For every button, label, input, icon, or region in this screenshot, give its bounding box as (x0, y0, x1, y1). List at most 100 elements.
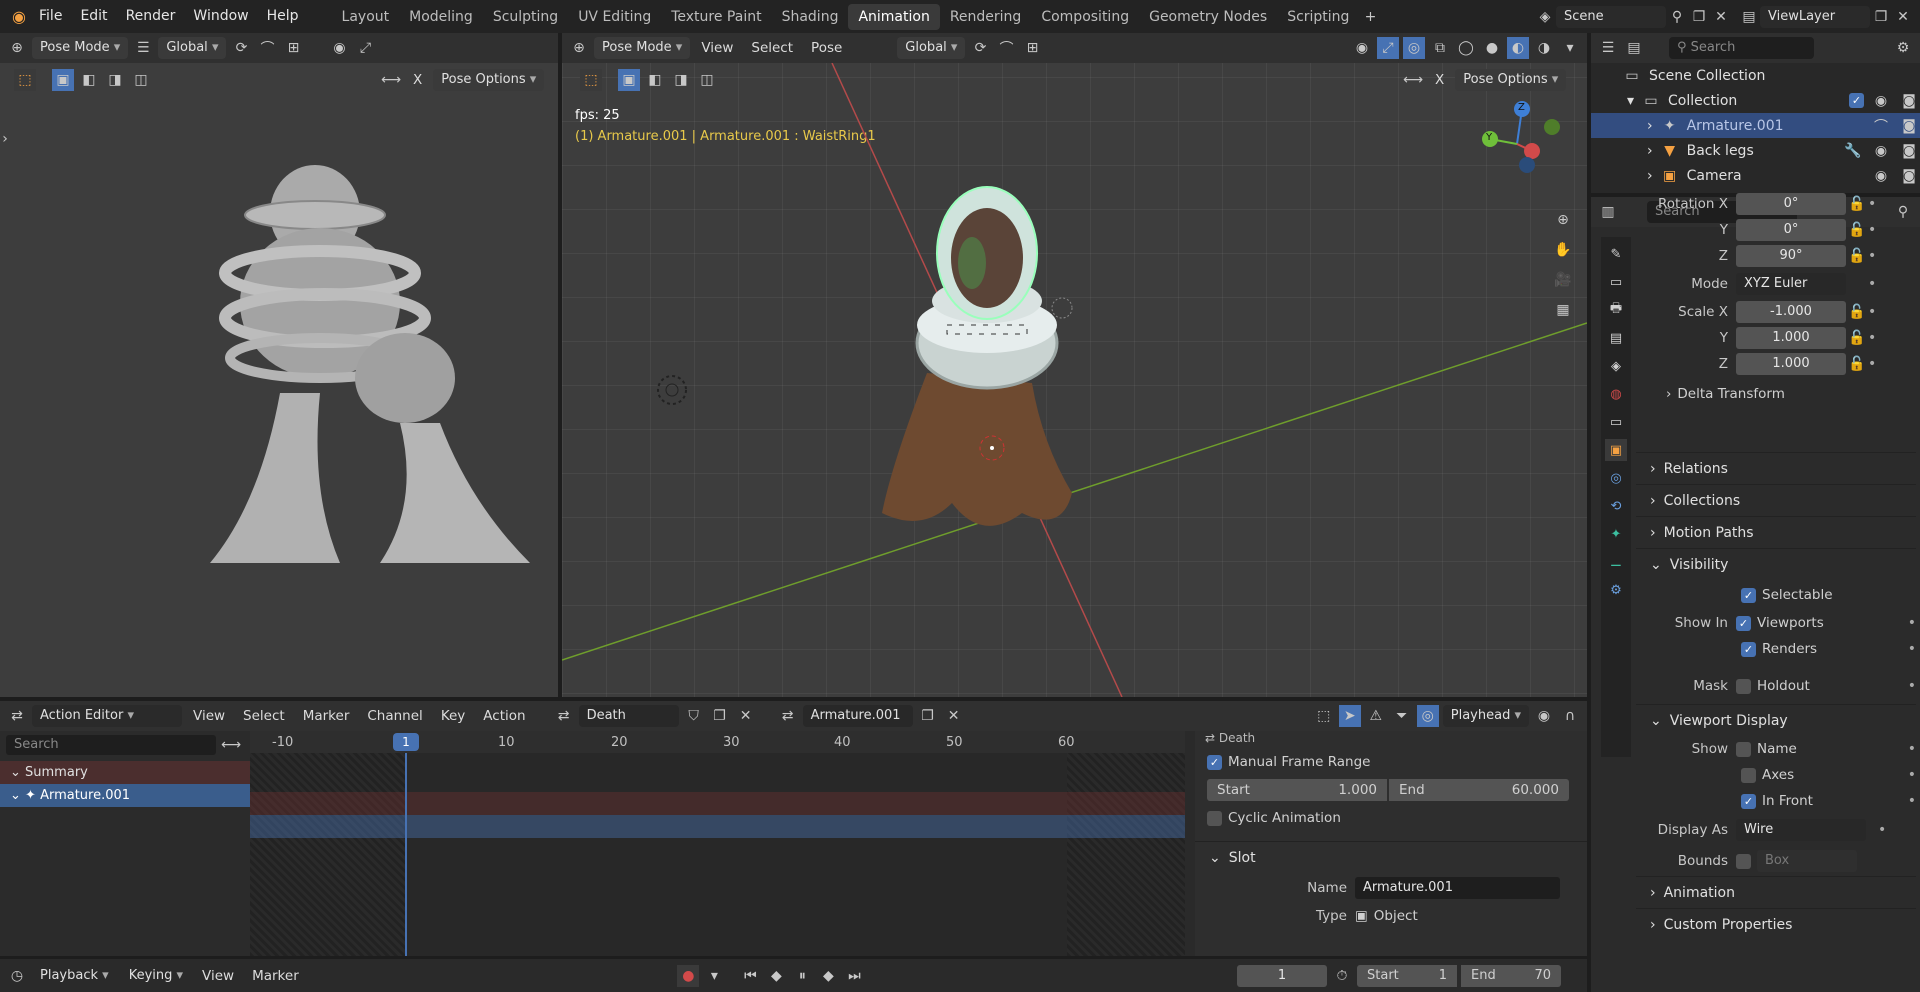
lock-icon[interactable]: 🔓 (1846, 245, 1868, 267)
prev-keyframe-icon[interactable]: ◆ (765, 965, 787, 987)
shading-wire-icon[interactable]: ◯ (1455, 37, 1477, 59)
scale-z-field[interactable]: 1.000 (1736, 353, 1846, 375)
navigation-gizmo[interactable]: Z Y (1472, 99, 1562, 189)
keyframe-dot-icon[interactable]: • (1908, 641, 1916, 657)
filter-icon[interactable]: ⏷ (1391, 705, 1413, 727)
show-name-checkbox[interactable] (1736, 741, 1751, 757)
tab-animation[interactable]: Animation (848, 3, 940, 30)
auto-key-options-icon[interactable]: ▾ (703, 965, 725, 987)
camera-view-icon[interactable]: 🎥 (1552, 269, 1574, 291)
bounds-checkbox[interactable] (1736, 853, 1751, 869)
keyframe-dot-icon[interactable]: • (1868, 356, 1876, 372)
editor-type-icon[interactable]: ⊕ (568, 37, 590, 59)
menu-file[interactable]: File (30, 0, 71, 33)
unlink-slot-icon[interactable]: ✕ (943, 705, 965, 727)
render-camera-icon[interactable]: ◙ (1898, 165, 1920, 187)
duplicate-slot-icon[interactable]: ❐ (917, 705, 939, 727)
menu-view[interactable]: View (186, 708, 232, 724)
stopwatch-icon[interactable]: ⏱ (1331, 965, 1353, 987)
end-field[interactable]: End 60.000 (1389, 779, 1569, 801)
custom-properties-panel[interactable]: › Custom Properties (1636, 908, 1916, 940)
keyframe-dot-icon[interactable]: • (1908, 793, 1916, 809)
left-viewport[interactable]: ⊕ Pose Mode ☰ Global ⟳ ⌒ ⊞ ◉ ⤢ ⬚ ▣ ◧ ◨ ◫… (0, 33, 558, 697)
channel-armature[interactable]: ⌄ ✦ Armature.001 (0, 784, 250, 807)
tab-compositing[interactable]: Compositing (1031, 4, 1139, 30)
in-front-checkbox[interactable]: ✓ (1741, 793, 1756, 809)
collection-checkbox[interactable]: ✓ (1849, 93, 1864, 108)
new-view-layer-icon[interactable]: ❐ (1870, 6, 1892, 28)
shading-solid-icon[interactable]: ● (1481, 37, 1503, 59)
main-orientation-dropdown[interactable]: Global (897, 37, 966, 59)
lock-icon[interactable]: 🔓 (1846, 301, 1868, 323)
cyclic-animation-checkbox[interactable] (1207, 810, 1222, 826)
rotation-y-field[interactable]: 0° (1736, 219, 1846, 241)
visibility-panel[interactable]: ⌄ Visibility (1636, 548, 1916, 580)
jump-start-icon[interactable]: ⏮ (739, 965, 761, 987)
bounds-dropdown[interactable]: Box (1757, 850, 1857, 872)
snap-icon[interactable]: ⌒ (995, 37, 1017, 59)
selectable-checkbox[interactable]: ✓ (1741, 587, 1756, 603)
tab-modeling[interactable]: Modeling (399, 4, 483, 30)
xray-icon[interactable]: ⧉ (1429, 37, 1451, 59)
shading-options-icon[interactable]: ▾ (1559, 37, 1581, 59)
menu-channel[interactable]: Channel (360, 708, 429, 724)
manual-frame-range-checkbox[interactable]: ✓ (1207, 754, 1222, 770)
playhead-line[interactable] (405, 753, 407, 956)
properties-editor-icon[interactable]: ▥ (1597, 201, 1619, 223)
keyframe-dot-icon[interactable]: • (1908, 741, 1916, 757)
object-tab-icon[interactable]: ▣ (1605, 439, 1627, 461)
gizmo-toggle-icon[interactable]: ⤢ (1377, 37, 1399, 59)
scene-field[interactable]: Scene (1556, 5, 1666, 28)
menu-view[interactable]: View (694, 40, 740, 56)
add-workspace-icon[interactable]: + (1359, 6, 1381, 28)
tab-sculpting[interactable]: Sculpting (483, 4, 568, 30)
menu-marker[interactable]: Marker (296, 708, 357, 724)
menu-help[interactable]: Help (258, 0, 308, 33)
outliner-search-input[interactable]: ⚲ Search (1669, 37, 1814, 59)
slot-name-input[interactable]: Armature.001 (1355, 877, 1560, 899)
show-hidden-icon[interactable]: ➤ (1338, 705, 1361, 727)
show-axes-checkbox[interactable] (1741, 767, 1756, 783)
menu-pose[interactable]: Pose (804, 40, 849, 56)
only-selected-icon[interactable]: ⬚ (1313, 705, 1335, 727)
keyframe-dot-icon[interactable]: • (1868, 276, 1876, 292)
select-box-icon[interactable]: ▣ (52, 69, 74, 91)
outliner-item-armature[interactable]: › ✦ Armature.001 ⌒ ◙ (1591, 113, 1920, 138)
relations-panel[interactable]: › Relations (1636, 452, 1916, 484)
shading-material-icon[interactable]: ◐ (1507, 37, 1529, 59)
main-mode-dropdown[interactable]: Pose Mode (594, 37, 691, 59)
pivot-icon[interactable]: ⟳ (230, 37, 252, 59)
visibility-icon[interactable]: ◉ (328, 37, 350, 59)
pause-icon[interactable]: ⏸ (791, 965, 813, 987)
menu-render[interactable]: Render (117, 0, 185, 33)
channel-search-input[interactable]: Search (6, 735, 216, 755)
eye-closed-icon[interactable]: ⌒ (1870, 115, 1892, 137)
visibility-icon[interactable]: ◉ (1351, 37, 1373, 59)
new-scene-icon[interactable]: ❐ (1688, 6, 1710, 28)
tab-shading[interactable]: Shading (772, 4, 849, 30)
keyframe-dot-icon[interactable]: • (1908, 615, 1916, 631)
swap-icon[interactable]: ⟷ (220, 734, 242, 756)
channel-summary[interactable]: ⌄ Summary (0, 761, 250, 784)
menu-playback[interactable]: Playback (32, 965, 117, 987)
keyframe-dot-icon[interactable]: • (1868, 222, 1876, 238)
collapse-toolbar-icon[interactable]: › (0, 128, 10, 150)
world-tab-icon[interactable]: ◍ (1605, 383, 1627, 405)
auto-snap-icon[interactable]: ◎ (1416, 705, 1439, 727)
rotation-mode-dropdown[interactable]: XYZ Euler (1736, 273, 1846, 295)
action-name-field[interactable]: Death (578, 705, 679, 727)
editor-type-icon[interactable]: ⊕ (6, 37, 28, 59)
render-tab-icon[interactable]: ▭ (1605, 271, 1627, 293)
view-layer-field[interactable]: ViewLayer (1760, 5, 1870, 28)
zoom-icon[interactable]: ⊕ (1552, 209, 1574, 231)
menu-marker[interactable]: Marker (245, 968, 306, 984)
timeline-start-field[interactable]: Start 1 (1357, 964, 1457, 987)
tab-layout[interactable]: Layout (332, 4, 400, 30)
outliner-collection[interactable]: ▾ ▭ Collection ✓ ◉ ◙ (1591, 88, 1920, 113)
keyframe-dot-icon[interactable]: • (1868, 304, 1876, 320)
render-camera-icon[interactable]: ◙ (1898, 115, 1920, 137)
scene-tab-icon[interactable]: ◈ (1605, 355, 1627, 377)
keyframe-dot-icon[interactable]: • (1868, 330, 1876, 346)
slot-name-field[interactable]: Armature.001 (802, 705, 913, 727)
snap-target-icon[interactable]: ⊞ (1021, 37, 1043, 59)
